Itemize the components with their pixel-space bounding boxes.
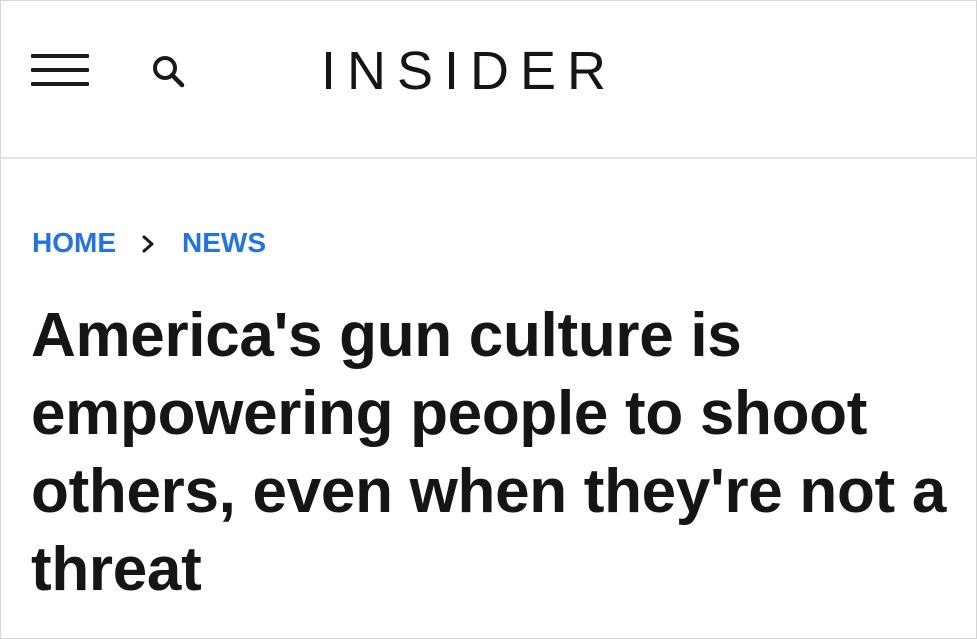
search-icon-glyph [153,56,185,88]
menu-line [31,82,89,86]
hamburger-menu-icon[interactable] [31,51,89,91]
article-headline: America's gun culture is empowering peop… [31,301,947,604]
breadcrumb: HOME NEWS [32,225,266,261]
breadcrumb-home-link[interactable]: HOME [32,225,116,261]
menu-line [31,54,89,58]
search-icon[interactable] [147,49,193,95]
chevron-right-icon [116,225,182,261]
breadcrumb-news-link[interactable]: NEWS [182,225,266,261]
menu-line [31,68,89,72]
site-header: INSIDER [1,1,977,159]
site-logo[interactable]: INSIDER [321,39,617,103]
